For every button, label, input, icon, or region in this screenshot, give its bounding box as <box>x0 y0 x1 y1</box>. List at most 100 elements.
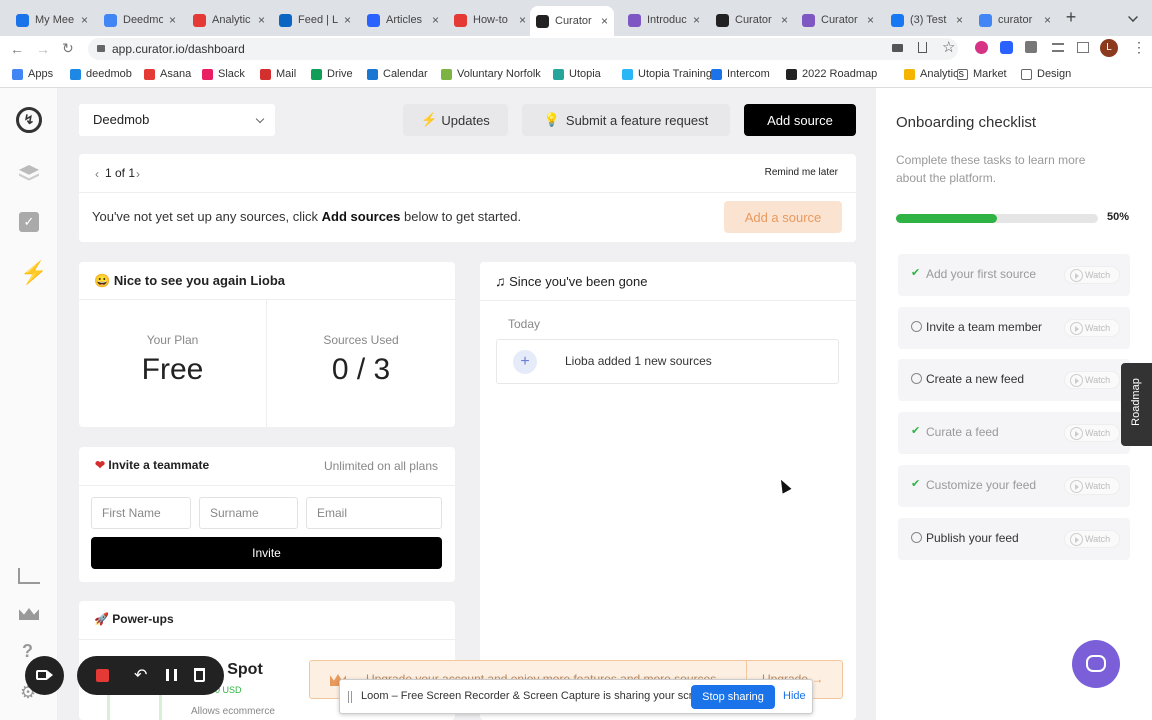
watch-button[interactable]: Watch <box>1064 529 1120 548</box>
checklist-item[interactable]: Invite a team member Watch <box>898 306 1130 349</box>
bookmark-item[interactable]: Mail <box>260 68 296 80</box>
checklist-item[interactable]: ✔ Add your first source Watch <box>898 254 1130 296</box>
add-a-source-button[interactable]: Add a source <box>724 201 842 233</box>
watch-button[interactable]: Watch <box>1064 318 1120 337</box>
browser-tab[interactable]: My Mee × <box>16 8 88 32</box>
close-tab-icon[interactable]: × <box>169 13 176 27</box>
bookmark-item[interactable]: Apps <box>12 68 53 80</box>
loom-camera-button[interactable] <box>25 656 64 695</box>
remind-later-link[interactable]: Remind me later <box>765 167 838 178</box>
browser-menu-icon[interactable]: ⋮ <box>1132 39 1146 56</box>
close-tab-icon[interactable]: × <box>432 13 439 27</box>
close-tab-icon[interactable]: × <box>867 13 874 27</box>
stop-record-icon[interactable] <box>96 669 109 682</box>
surname-input[interactable]: Surname <box>199 497 298 529</box>
puzzle-icon[interactable] <box>1025 41 1037 53</box>
analytics-icon[interactable] <box>18 568 40 584</box>
close-tab-icon[interactable]: × <box>956 13 963 27</box>
add-source-button[interactable]: Add source <box>744 104 856 136</box>
bookmark-item[interactable]: Drive <box>311 68 353 80</box>
browser-tab[interactable]: Introduc × <box>628 8 700 32</box>
browser-tab[interactable]: Curator × <box>716 8 788 32</box>
notice-message-bold: Add sources <box>321 209 401 224</box>
tab-list-chevron-icon[interactable] <box>1128 12 1138 22</box>
drag-handle-icon[interactable] <box>348 691 352 703</box>
camera-lens-icon <box>48 671 53 679</box>
first-name-input[interactable]: First Name <box>91 497 191 529</box>
curator-logo-icon[interactable]: ↯ <box>16 107 42 133</box>
browser-tab[interactable]: Curator × <box>530 6 615 36</box>
reading-list-icon[interactable] <box>1052 43 1064 52</box>
activity-item[interactable]: + Lioba added 1 new sources <box>496 339 839 384</box>
bookmark-item[interactable]: Market <box>957 68 1007 80</box>
email-input[interactable]: Email <box>306 497 442 529</box>
browser-tab[interactable]: Deedmo × <box>104 8 176 32</box>
bookmark-item[interactable]: Intercom <box>711 68 770 80</box>
close-tab-icon[interactable]: × <box>258 13 265 27</box>
checklist-item[interactable]: ✔ Customize your feed Watch <box>898 464 1130 507</box>
forward-icon[interactable]: → <box>36 41 50 57</box>
share-icon[interactable] <box>918 42 927 53</box>
bookmark-item[interactable]: Calendar <box>367 68 428 80</box>
close-tab-icon[interactable]: × <box>693 13 700 27</box>
bookmark-item[interactable]: Slack <box>202 68 245 80</box>
crown-icon[interactable] <box>19 608 39 620</box>
bookmark-item[interactable]: Asana <box>144 68 191 80</box>
side-panel-icon[interactable] <box>1077 42 1089 53</box>
pause-icon[interactable] <box>166 669 177 681</box>
checklist-item[interactable]: Publish your feed Watch <box>898 517 1130 560</box>
bookmark-star-icon[interactable]: ☆ <box>942 38 955 56</box>
bookmark-item[interactable]: Voluntary Norfolk <box>441 68 541 80</box>
undo-icon[interactable]: ↶ <box>134 665 147 685</box>
feature-request-button[interactable]: 💡 Submit a feature request <box>522 104 730 136</box>
updates-button[interactable]: ⚡ Updates <box>403 104 508 136</box>
updates-label: Updates <box>441 112 490 128</box>
help-icon[interactable]: ? <box>22 641 33 662</box>
close-tab-icon[interactable]: × <box>81 13 88 27</box>
checklist-item[interactable]: ✔ Curate a feed Watch <box>898 412 1130 455</box>
bookmark-item[interactable]: 2022 Roadmap <box>786 68 877 80</box>
bookmark-item[interactable]: Analytics <box>904 68 964 80</box>
watch-button[interactable]: Watch <box>1064 371 1120 390</box>
org-select[interactable]: Deedmob <box>79 104 275 136</box>
browser-tab[interactable]: How-to × <box>454 8 526 32</box>
new-tab-button[interactable]: + <box>1063 8 1079 26</box>
extension-icon[interactable] <box>1000 41 1013 54</box>
browser-tab[interactable]: curator × <box>979 8 1051 32</box>
browser-tab[interactable]: Feed | L × <box>279 8 351 32</box>
bookmark-item[interactable]: Utopia <box>553 68 601 80</box>
browser-tab[interactable]: Articles × <box>367 8 439 32</box>
close-tab-icon[interactable]: × <box>519 13 526 27</box>
watch-button[interactable]: Watch <box>1064 266 1120 284</box>
bookmark-favicon-icon <box>441 68 452 80</box>
close-tab-icon[interactable]: × <box>781 13 788 27</box>
bookmark-item[interactable]: deedmob <box>70 68 132 80</box>
camera-icon[interactable] <box>892 44 903 52</box>
trash-icon[interactable] <box>194 668 205 682</box>
extension-icon[interactable] <box>975 41 988 54</box>
bookmark-item[interactable]: Utopia Training <box>622 68 712 80</box>
bookmark-item[interactable]: Design <box>1021 68 1071 80</box>
close-tab-icon[interactable]: × <box>1044 13 1051 27</box>
checkbox-nav-icon[interactable]: ✓ <box>19 212 39 232</box>
close-tab-icon[interactable]: × <box>601 14 608 28</box>
back-icon[interactable]: ← <box>10 41 24 57</box>
watch-button[interactable]: Watch <box>1064 424 1120 443</box>
browser-tab[interactable]: (3) Test × <box>891 8 963 32</box>
close-tab-icon[interactable]: × <box>344 13 351 27</box>
invite-button[interactable]: Invite <box>91 537 442 569</box>
pager-next-icon[interactable]: › <box>136 167 140 181</box>
chat-launcher[interactable] <box>1072 640 1120 688</box>
watch-button[interactable]: Watch <box>1064 476 1120 495</box>
reload-icon[interactable]: ↻ <box>62 40 74 57</box>
roadmap-tab[interactable]: Roadmap <box>1121 363 1152 446</box>
hide-button[interactable]: Hide <box>783 690 806 702</box>
bolt-nav-icon[interactable]: ⚡ <box>20 260 47 286</box>
stop-sharing-button[interactable]: Stop sharing <box>691 685 775 709</box>
browser-tab[interactable]: Curator × <box>802 8 874 32</box>
checklist-item[interactable]: Create a new feed Watch <box>898 359 1130 402</box>
url-field[interactable]: app.curator.io/dashboard <box>88 38 958 60</box>
pager-prev-icon[interactable]: ‹ <box>95 167 99 181</box>
profile-avatar[interactable]: L <box>1100 39 1118 57</box>
browser-tab[interactable]: Analytic × <box>193 8 265 32</box>
